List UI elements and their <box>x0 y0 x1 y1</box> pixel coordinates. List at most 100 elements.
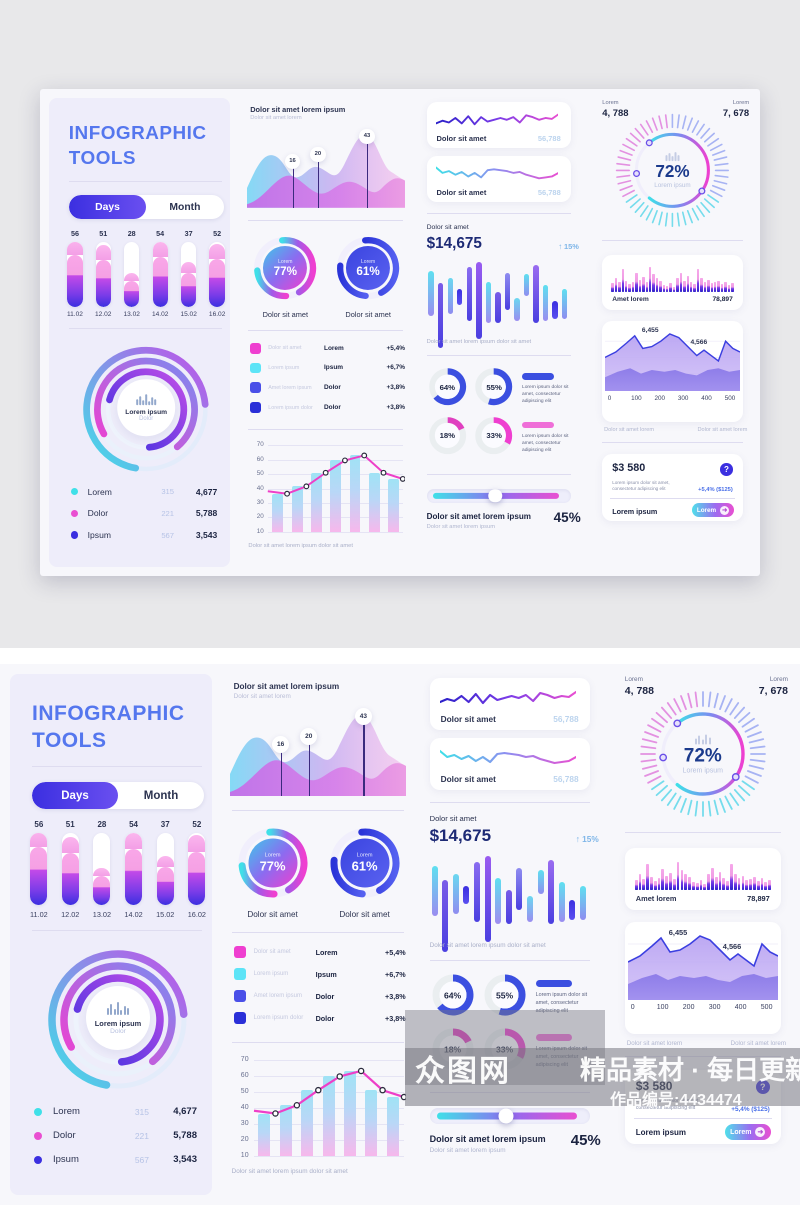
dumbbell-chart <box>427 261 573 349</box>
histogram-value: 78,897 <box>712 295 733 303</box>
legend-secondary-value: 315 <box>134 1106 149 1117</box>
legend-color-dot <box>70 509 78 517</box>
toggle-days-button[interactable]: Days <box>68 195 147 220</box>
bar-segment-light <box>209 244 225 259</box>
dumbbell-bar <box>505 890 512 924</box>
donut-center-sub: Dolor <box>139 416 154 423</box>
promo-description: Lorem ipsum dolor sit amet, consectetur … <box>612 479 670 492</box>
kpi-label-left: Lorem <box>602 99 619 106</box>
bar-track <box>152 241 168 307</box>
dumbbell-bar <box>526 896 533 922</box>
toggle-month-button[interactable]: Month <box>118 782 204 809</box>
histogram-bar <box>672 879 676 890</box>
metrics-divider-1 <box>426 213 571 215</box>
histogram-bar <box>662 285 666 293</box>
bar-category-label: 16.02 <box>208 311 226 319</box>
period-toggle[interactable]: Days Month <box>68 195 224 220</box>
legend-primary-value: 5,788 <box>173 1130 197 1141</box>
progress-slider-knob[interactable] <box>488 489 502 503</box>
percent-donut-value: 61% <box>351 858 378 874</box>
histogram-bar <box>679 272 683 293</box>
histogram-bar <box>683 280 686 293</box>
marker-needle <box>367 143 369 208</box>
slider-subtitle: Dolor sit amet lorem ipsum <box>426 523 496 530</box>
combo-chart: 70 60 50 40 30 20 10 <box>232 1056 406 1162</box>
trend-card-label: Dolor sit amet <box>436 187 487 197</box>
bar-track <box>93 833 111 905</box>
bar-segment-fill <box>93 876 111 905</box>
question-icon[interactable]: ? <box>720 463 733 476</box>
histogram-bar <box>648 267 652 293</box>
dumbbell-bar <box>466 267 472 322</box>
dumbbell-bar <box>552 301 558 320</box>
promo-action-label: Lorem <box>696 506 717 514</box>
legend-item: Lorem 315 4,677 <box>34 1106 202 1117</box>
bar-segment-fill <box>124 280 140 307</box>
arrow-right-icon: ➜ <box>755 1127 766 1137</box>
bar-track <box>95 241 111 307</box>
toggle-days-button[interactable]: Days <box>32 782 118 809</box>
promo-card: $3 580? Lorem ipsum dolor sit amet, conse… <box>602 454 743 521</box>
dumbbell-bar <box>428 270 434 316</box>
bar-chart-icon <box>106 1001 130 1015</box>
legend-secondary-value: 221 <box>134 1130 149 1141</box>
area-annotation-2: 4,566 <box>722 942 742 951</box>
multi-ring-donut: Lorem ipsum Dolor <box>74 343 218 478</box>
dumbbell-bar <box>476 261 482 340</box>
x-axis-tick: 300 <box>708 1004 721 1011</box>
legend-label: Lorem <box>53 1106 80 1117</box>
bar-category-label: 11.02 <box>67 311 83 319</box>
histogram-bar <box>720 284 724 293</box>
area-caption-right: Dolor sit amet lorem <box>730 1040 786 1047</box>
icon-bar <box>110 1004 113 1015</box>
promo-footer-label: Lorem ipsum <box>635 1128 687 1137</box>
legend-row-name: Dolor <box>315 1013 335 1023</box>
legend-label: Lorem <box>87 486 112 497</box>
analytics-legend-row: Amet lorem ipsum Dolor +3,8% <box>233 990 406 1002</box>
column-summary: Lorem 4, 788 Lorem 7, 678 72% Lorem ipsum Amet… <box>613 664 800 1205</box>
legend-row-label: Lorem ipsum dolor <box>253 1015 304 1021</box>
histogram-bar <box>666 286 669 293</box>
percent-donut-label: Lorem <box>356 852 373 859</box>
note-pill <box>522 373 555 380</box>
toggle-month-button[interactable]: Month <box>146 195 223 219</box>
bar-value-label: 28 <box>97 820 107 829</box>
histogram-bar <box>711 868 714 890</box>
histogram-bar <box>764 882 768 890</box>
icon-bar <box>695 738 697 745</box>
bar-segment-light <box>156 855 174 867</box>
mini-ring-value: 55% <box>495 990 514 1000</box>
days-bar-chart: 56 11.02 51 12.02 28 13.02 54 14.02 37 15.02 52 16.… <box>67 229 225 318</box>
percent-donut: Lorem 61% <box>333 233 403 303</box>
histogram-bar <box>703 281 707 293</box>
x-axis-tick: 300 <box>677 394 689 402</box>
trend-card-label: Dolor sit amet <box>440 714 496 724</box>
histogram-bar <box>699 880 703 890</box>
progress-slider[interactable] <box>426 488 571 503</box>
histogram-bar <box>642 879 646 890</box>
mini-ring: 64% <box>427 366 468 407</box>
area-chart-heading: Dolor sit amet lorem ipsum <box>250 105 346 115</box>
area-chart: 16 20 43 <box>246 125 406 208</box>
kpi-label-left: Lorem <box>624 676 643 683</box>
promo-action-button[interactable]: Lorem ➜ <box>692 502 734 518</box>
summary-divider-2 <box>602 441 743 443</box>
histogram-bar <box>768 880 771 890</box>
gauge-center: 72% Lorem ipsum <box>641 151 704 189</box>
donut-center-sub: Dolor <box>110 1028 126 1035</box>
bar-segment-fill <box>156 866 174 905</box>
bar-segment-light <box>61 836 79 853</box>
progress-slider-knob[interactable] <box>498 1108 514 1124</box>
bar-value-label: 54 <box>156 229 165 239</box>
legend-row-delta: +3,8% <box>386 404 405 412</box>
progress-slider[interactable] <box>429 1108 590 1124</box>
histogram-bar <box>676 277 679 293</box>
period-toggle[interactable]: Days Month <box>32 782 204 809</box>
promo-action-button[interactable]: Lorem ➜ <box>724 1124 771 1140</box>
legend-color-dot <box>34 1107 42 1116</box>
donut-center: Lorem ipsum Dolor <box>117 378 175 437</box>
marker-bubble: 20 <box>310 146 326 162</box>
icon-bar <box>701 739 704 745</box>
gauge-value: 72% <box>683 745 722 767</box>
page-title-line2: TOOLS <box>68 147 137 169</box>
